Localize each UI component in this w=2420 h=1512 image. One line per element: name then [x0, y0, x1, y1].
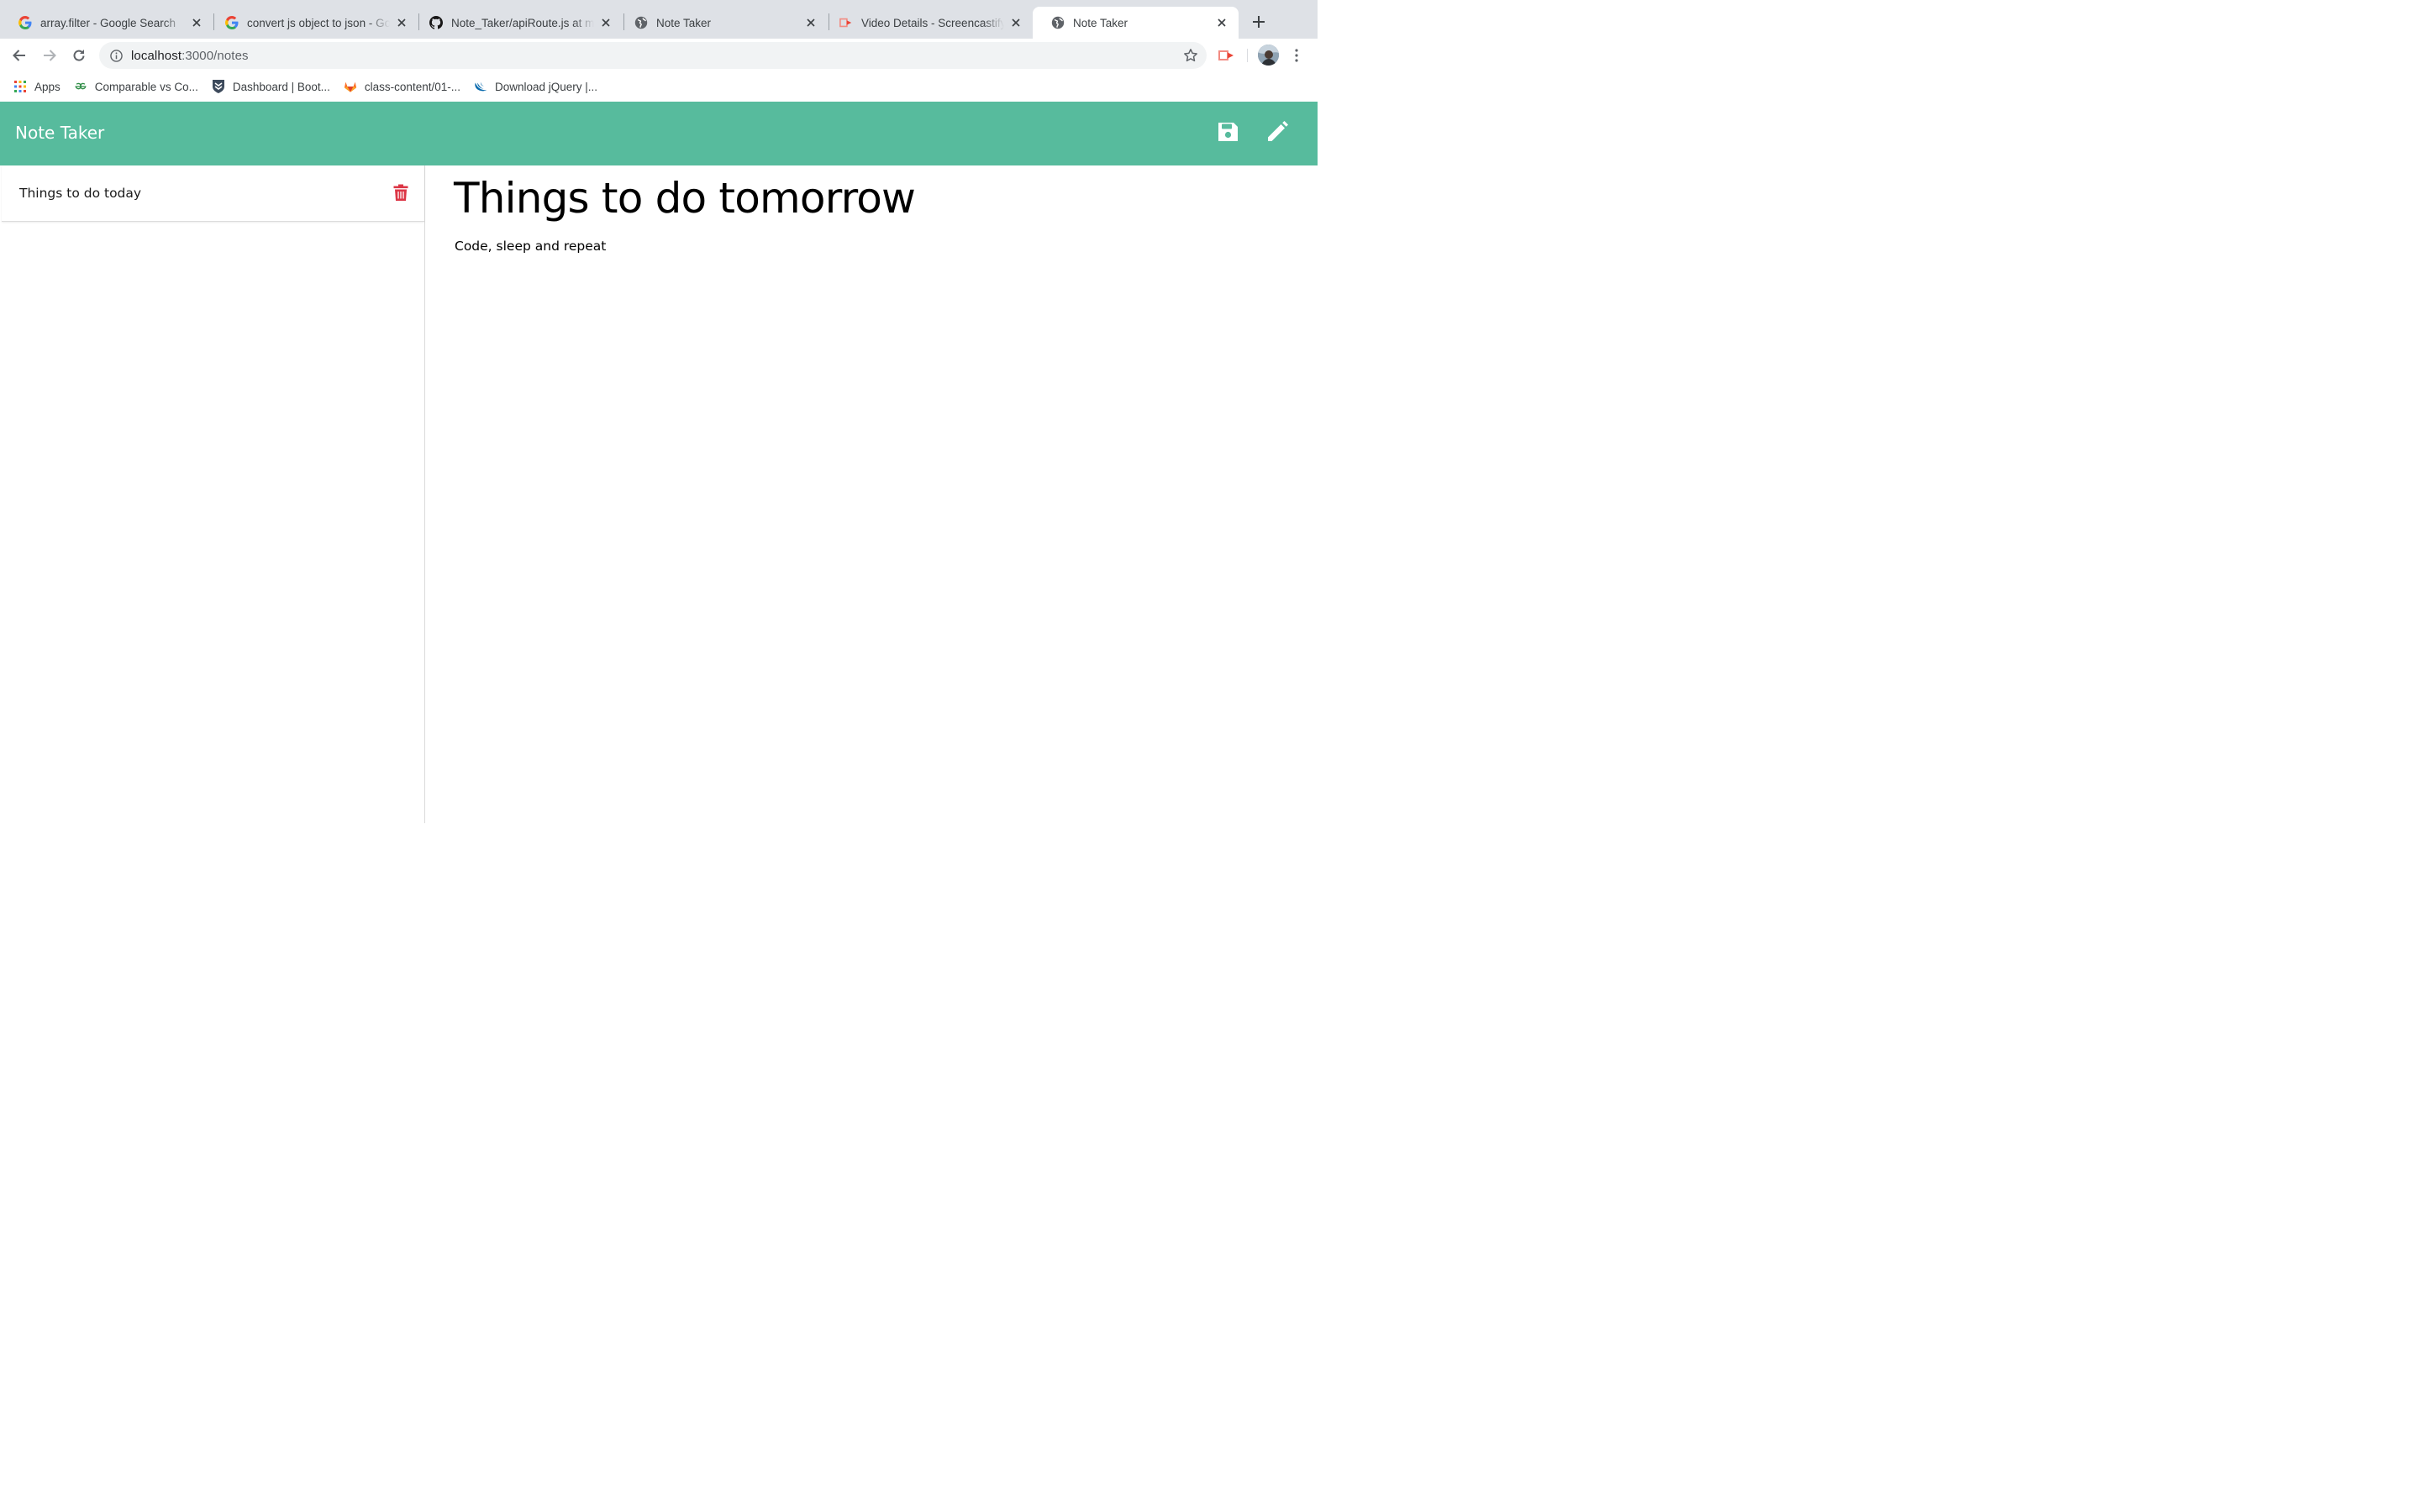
app-navbar: Note Taker: [0, 102, 1318, 165]
url-path: :3000/notes: [182, 48, 249, 63]
bookmark-label: Apps: [34, 80, 60, 93]
bookmark-label: class-content/01-...: [364, 80, 460, 93]
delete-note-icon[interactable]: [392, 183, 410, 202]
browser-tab[interactable]: Note_Taker/apiRoute.js at master: [411, 7, 623, 39]
apps-grid-icon: [13, 80, 27, 93]
browser-menu-button[interactable]: [1288, 45, 1305, 66]
globe-icon: [1051, 16, 1065, 29]
geeksforgeeks-icon: [74, 80, 87, 93]
close-icon[interactable]: [599, 16, 613, 29]
bookmark-label: Download jQuery |...: [494, 80, 598, 93]
save-note-button[interactable]: [1215, 119, 1240, 144]
bookmark-star-icon[interactable]: [1183, 48, 1198, 63]
toolbar-divider: [1247, 49, 1248, 62]
close-icon[interactable]: [395, 16, 408, 29]
globe-icon: [634, 16, 648, 29]
bookmark-jquery[interactable]: Download jQuery |...: [472, 75, 602, 98]
note-list-item[interactable]: Things to do today: [2, 165, 424, 222]
save-icon: [1218, 123, 1238, 141]
app-title[interactable]: Note Taker: [15, 123, 104, 143]
bookmark-apps[interactable]: Apps: [12, 75, 66, 98]
note-list-panel: Things to do today: [0, 165, 425, 823]
google-icon: [225, 16, 239, 29]
tab-title: Note_Taker/apiRoute.js at master: [451, 16, 594, 29]
close-icon[interactable]: [190, 16, 203, 29]
pencil-icon: [1268, 121, 1288, 141]
new-note-button[interactable]: [1265, 119, 1290, 144]
tab-title: convert js object to json - Google Searc…: [247, 16, 390, 29]
note-title-input[interactable]: Things to do tomorrow: [454, 174, 916, 223]
plus-icon: [1253, 16, 1265, 28]
more-vertical-icon: [1295, 49, 1298, 62]
back-arrow-icon: [13, 50, 25, 61]
profile-avatar[interactable]: [1258, 45, 1279, 66]
info-icon[interactable]: [109, 49, 123, 62]
github-icon: [429, 16, 443, 29]
bookmark-dashboard[interactable]: Dashboard | Boot...: [210, 75, 335, 98]
jquery-icon: [474, 80, 487, 93]
google-icon: [18, 16, 32, 29]
browser-toolbar: localhost:3000/notes: [0, 39, 1318, 72]
forward-button[interactable]: [38, 44, 61, 67]
bookmark-class-content[interactable]: class-content/01-...: [342, 75, 466, 98]
browser-tab[interactable]: Note Taker: [616, 7, 828, 39]
browser-tab[interactable]: convert js object to json - Google Searc…: [207, 7, 418, 39]
bookmark-label: Comparable vs Co...: [94, 80, 198, 93]
close-icon[interactable]: [804, 16, 818, 29]
screencastify-icon: [839, 16, 853, 29]
browser-tab[interactable]: array.filter - Google Search: [0, 7, 213, 39]
gitlab-icon: [344, 80, 357, 93]
browser-tab-active[interactable]: Note Taker: [1033, 7, 1239, 39]
tab-title: Note Taker: [1073, 16, 1128, 29]
url-host: localhost: [131, 48, 182, 63]
reload-icon: [73, 50, 85, 61]
tab-title: Note Taker: [656, 16, 712, 29]
bootcamp-shield-icon: [212, 80, 225, 93]
bookmark-comparable[interactable]: Comparable vs Co...: [72, 75, 203, 98]
forward-arrow-icon: [44, 50, 56, 61]
address-bar[interactable]: localhost:3000/notes: [99, 42, 1207, 69]
tab-title: Video Details - Screencastify: [861, 16, 1004, 29]
close-icon[interactable]: [1215, 16, 1228, 29]
close-icon[interactable]: [1009, 16, 1023, 29]
screencastify-extension-icon[interactable]: [1218, 47, 1235, 64]
bookmark-label: Dashboard | Boot...: [232, 80, 330, 93]
back-button[interactable]: [8, 44, 31, 67]
address-url: localhost:3000/notes: [131, 49, 249, 63]
tab-title: array.filter - Google Search: [40, 16, 176, 29]
browser-tab-strip: array.filter - Google Search convert js …: [0, 0, 1318, 39]
note-text-textarea[interactable]: Code, sleep and repeat: [455, 239, 606, 254]
note-list-item-title[interactable]: Things to do today: [19, 186, 141, 201]
new-tab-button[interactable]: [1249, 12, 1269, 32]
reload-button[interactable]: [67, 44, 91, 67]
bookmarks-bar: Apps Comparable vs Co... Dashboard | Boo…: [0, 72, 1318, 101]
browser-tab[interactable]: Video Details - Screencastify: [821, 7, 1033, 39]
